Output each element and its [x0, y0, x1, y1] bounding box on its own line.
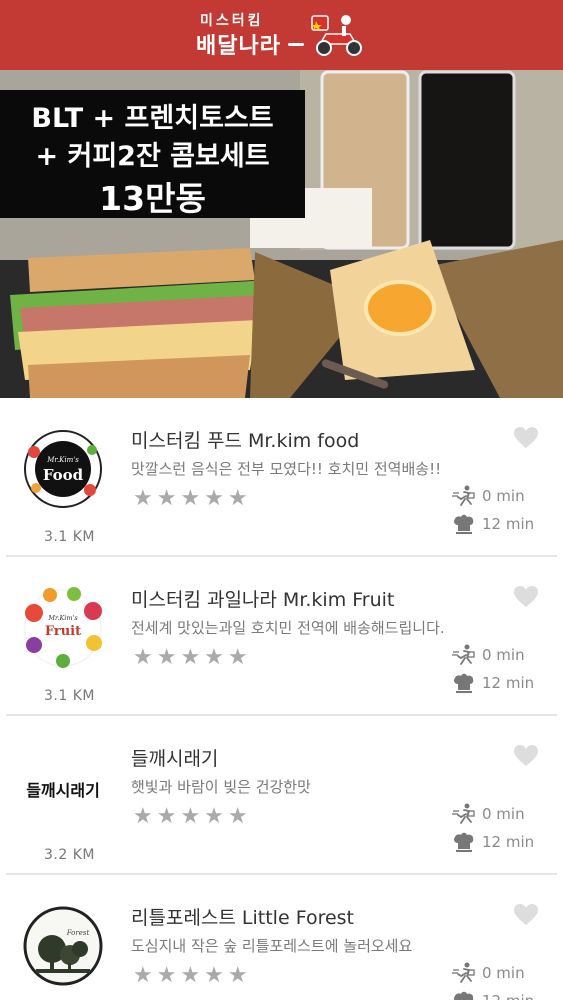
delivery-time-value: 0 min — [482, 805, 525, 823]
promo-banner[interactable]: BLT + 프렌치토스트 + 커피2잔 콤보세트 13만동 — [0, 70, 563, 398]
rating-stars: ★★★★★ — [133, 486, 252, 511]
promo-line-1: BLT + 프렌치토스트 — [31, 103, 274, 134]
promo-line-2: + 커피2잔 콤보세트 — [35, 141, 270, 172]
scooter-icon — [311, 15, 362, 56]
restaurant-name: 들깨시래기 — [131, 748, 219, 770]
delivery-runner-icon — [452, 644, 475, 665]
delivery-time-value: 0 min — [482, 646, 525, 664]
restaurant-description: 햇빛과 바람이 빚은 건강한맛 — [131, 778, 311, 796]
mrkim-fruit-logo-line1: Mr.Kim's — [47, 614, 78, 622]
delivery-runner-icon — [452, 803, 475, 824]
distance-label: 3.1 KM — [44, 688, 95, 704]
restaurant-description: 맛깔스런 음식은 전부 모였다!! 호치민 전역배송!! — [131, 460, 442, 478]
restaurant-description: 도심지내 작은 숲 리틀포레스트에 놀러오세요 — [131, 937, 413, 955]
promo-price: 13만동 — [99, 179, 206, 218]
logo-dash — [288, 43, 304, 46]
little-forest-logo: Forest — [23, 906, 103, 986]
heart-icon[interactable] — [513, 585, 539, 609]
chef-hat-icon — [454, 673, 474, 693]
restaurant-name: 미스터킴 과일나라 Mr.kim Fruit — [131, 589, 395, 611]
rating-stars: ★★★★★ — [133, 645, 252, 670]
heart-icon[interactable] — [513, 903, 539, 927]
brand-logo-subtitle: 미스터킴 — [200, 13, 264, 29]
distance-label: 3.1 KM — [44, 529, 95, 545]
heart-icon[interactable] — [513, 744, 539, 768]
delivery-runner-icon — [452, 485, 475, 506]
delivery-time-value: 0 min — [482, 964, 525, 982]
chef-hat-icon — [454, 991, 474, 1000]
rating-stars: ★★★★★ — [133, 804, 252, 829]
rating-stars: ★★★★★ — [133, 963, 252, 988]
restaurant-name: 미스터킴 푸드 Mr.kim food — [131, 430, 360, 452]
deulkkae-logo: 들깨시래기 — [26, 781, 100, 800]
heart-icon[interactable] — [513, 426, 539, 450]
restaurant-item-little-forest[interactable]: Forest 리틀포레스트 Little Forest 도심지내 작은 숲 리틀… — [0, 875, 563, 1000]
mrkim-food-logo: Mr.Kim's Food — [24, 430, 102, 508]
distance-label: 3.2 KM — [44, 847, 95, 863]
cook-time-value: 12 min — [482, 992, 534, 1000]
delivery-time-value: 0 min — [482, 487, 525, 505]
mrkim-food-logo-line2: Food — [43, 466, 84, 484]
chef-hat-icon — [454, 514, 474, 534]
restaurant-item-deulkkae[interactable]: 들깨시래기 3.2 KM 들깨시래기 햇빛과 바람이 빚은 건강한맛 ★★★★★… — [0, 716, 563, 875]
brand-logo-title: 배달나라 — [196, 34, 281, 59]
restaurant-description: 전세계 맛있는과일 호치민 전역에 배송해드립니다. — [131, 619, 445, 637]
cook-time-value: 12 min — [482, 833, 535, 851]
app-header: 미스터킴 배달나라 — [0, 0, 563, 70]
restaurant-name: 리틀포레스트 Little Forest — [131, 907, 354, 929]
mrkim-fruit-logo-line2: Fruit — [45, 624, 81, 639]
restaurant-item-mrkim-fruit[interactable]: Mr.Kim's Fruit 3.1 KM 미스터킴 과일나라 Mr.kim F… — [0, 557, 563, 716]
cook-time-value: 12 min — [482, 515, 535, 533]
little-forest-logo-text: Forest — [66, 929, 90, 937]
mrkim-fruit-logo: Mr.Kim's Fruit — [24, 587, 102, 668]
mrkim-food-logo-line1: Mr.Kim's — [46, 456, 79, 464]
cook-time-value: 12 min — [482, 674, 535, 692]
delivery-runner-icon — [452, 962, 475, 983]
chef-hat-icon — [454, 832, 474, 852]
restaurant-item-mrkim-food[interactable]: Mr.Kim's Food 3.1 KM 미스터킴 푸드 Mr.kim food… — [0, 398, 563, 557]
brand-logo[interactable]: 미스터킴 배달나라 — [196, 8, 376, 60]
restaurant-list: Mr.Kim's Food 3.1 KM 미스터킴 푸드 Mr.kim food… — [0, 398, 563, 1000]
deulkkae-logo-text: 들깨시래기 — [26, 781, 100, 800]
promo-text-box: BLT + 프렌치토스트 + 커피2잔 콤보세트 13만동 — [0, 90, 305, 218]
